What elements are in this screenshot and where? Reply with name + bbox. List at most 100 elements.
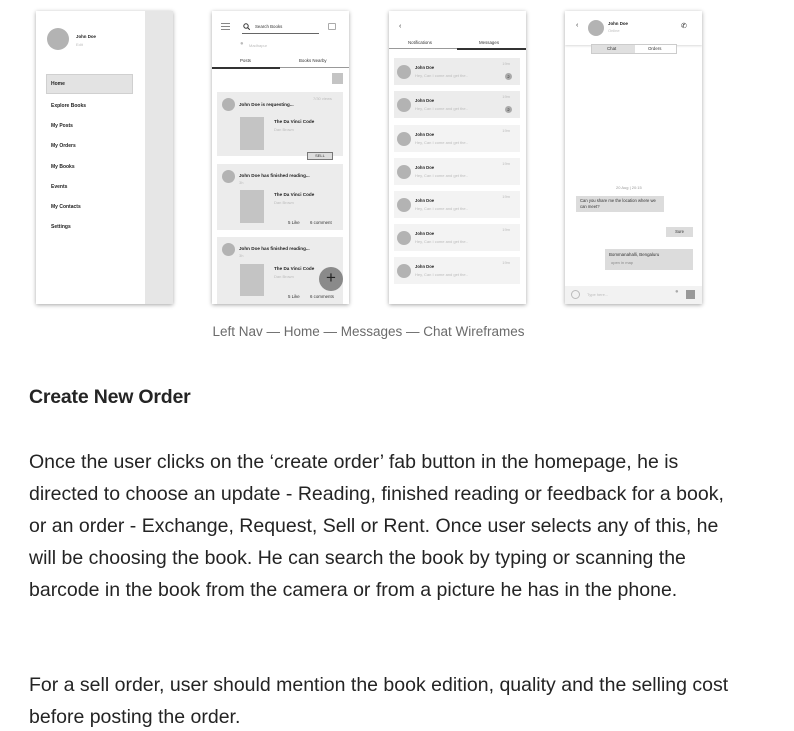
message-sender: John Doe [415,65,435,70]
message-preview: Hey, Can I come and get the.. [415,140,468,145]
location-label: Madhapur [249,43,268,48]
message-row[interactable]: John Doe Hey, Can I come and get the.. 1… [394,125,520,152]
post-card[interactable]: John Doe has finished reading... 3h The … [217,164,343,230]
message-time: 19m [502,128,510,133]
book-title: The Da Vinci Code [274,266,315,271]
message-row[interactable]: John Doe Hey, Can I come and get the.. 1… [394,257,520,284]
message-sender: John Doe [415,132,435,137]
menu-icon[interactable] [221,23,230,30]
post-meta: 3h [239,180,244,185]
message-time: 19m [502,161,510,166]
message-time: 19m [502,94,510,99]
unread-badge: 2 [505,106,512,113]
nav-item-my-posts[interactable]: My Posts [51,123,73,129]
emoji-icon[interactable] [571,290,580,299]
nav-item-settings[interactable]: Settings [51,224,71,230]
phone-icon[interactable]: ✆ [681,22,687,30]
message-preview: Hey, Can I come and get the.. [415,73,468,78]
home-wireframe: Search Books ● Madhapur Posts Books Near… [212,11,349,304]
location-name: Bommanahalli, Bengaluru [609,252,660,257]
back-arrow-icon[interactable]: ‹ [399,23,401,30]
chat-wireframe: ‹ John Doe Online ✆ Chat Orders 20 Aug |… [565,11,702,304]
create-order-fab[interactable]: + [319,267,343,291]
tab-notifications[interactable]: Notifications [408,40,432,45]
attach-icon[interactable] [686,290,695,299]
book-author: Dan Brown [274,127,294,132]
nav-user-name: John Doe [76,34,97,39]
section-heading: Create New Order [29,386,191,408]
location-pin-icon[interactable]: ● [675,289,679,295]
avatar [588,20,604,36]
message-time: 19m [502,61,510,66]
book-cover-image [240,190,264,223]
post-meta: 3h [239,253,244,258]
sell-button[interactable]: SELL [307,152,333,160]
body-paragraph: Once the user clicks on the ‘create orde… [29,451,724,601]
nav-item-my-books[interactable]: My Books [51,164,75,170]
nav-item-my-contacts[interactable]: My Contacts [51,204,81,210]
book-cover-image [240,264,264,296]
open-in-map-link[interactable]: open in map [611,260,633,265]
message-time: 19m [502,227,510,232]
message-preview: Hey, Can I come and get the.. [415,206,468,211]
nav-user-sub: Edit [76,42,83,47]
outgoing-bubble: Sure [666,227,693,237]
book-title: The Da Vinci Code [274,119,315,124]
message-time: 19m [502,260,510,265]
book-author: Dan Brown [274,274,294,279]
tab-messages-indicator [457,48,526,50]
avatar [47,28,69,50]
nav-item-explore-books[interactable]: Explore Books [51,103,86,109]
comment-count[interactable]: 6 comments [310,294,334,299]
book-author: Dan Brown [274,200,294,205]
tab-chat[interactable]: Chat [607,46,616,51]
like-count[interactable]: 5 Like [288,294,300,299]
message-row[interactable]: John Doe Hey, Can I come and get the.. 1… [394,224,520,251]
back-arrow-icon[interactable]: ‹ [576,22,578,29]
message-row[interactable]: John Doe Hey, Can I come and get the.. 1… [394,91,520,118]
message-preview: Hey, Can I come and get the.. [415,173,468,178]
post-author: John Doe is requesting... [239,102,294,107]
chat-icon[interactable] [328,23,336,30]
message-time: 19m [502,194,510,199]
tab-books-nearby[interactable]: Books Nearby [299,58,327,63]
chat-contact-name: John Doe [608,21,629,26]
book-cover-image [240,117,264,150]
tab-posts[interactable]: Posts [240,58,251,63]
location-pin-icon: ● [240,41,244,47]
search-input[interactable]: Search Books [255,24,282,29]
tab-orders[interactable]: Orders [648,46,661,51]
post-author: John Doe has finished reading... [239,173,310,178]
tab-messages[interactable]: Messages [479,40,499,45]
tab-posts-indicator [212,67,280,69]
search-icon [243,23,250,30]
book-title: The Da Vinci Code [274,192,315,197]
chat-input-bar [565,286,702,304]
filter-icon[interactable] [332,73,343,84]
figure-caption: Left Nav — Home — Messages — Chat Wirefr… [212,324,525,339]
nav-item-home[interactable]: Home [51,81,65,87]
chat-date: 20 Aug | 20:15 [616,185,642,190]
message-row[interactable]: John Doe Hey, Can I come and get the.. 1… [394,58,520,85]
post-card[interactable]: John Doe is requesting... 7/30 views The… [217,92,343,160]
message-sender: John Doe [415,231,435,236]
message-row[interactable]: John Doe Hey, Can I come and get the.. 1… [394,158,520,185]
like-count[interactable]: 5 Like [288,220,300,225]
comment-count[interactable]: 6 comment [310,220,332,225]
chat-input[interactable]: Type here... [587,292,608,297]
message-preview: Hey, Can I come and get the.. [415,106,468,111]
message-sender: John Doe [415,98,435,103]
nav-item-events[interactable]: Events [51,184,67,190]
nav-item-my-orders[interactable]: My Orders [51,143,76,149]
message-sender: John Doe [415,198,435,203]
message-sender: John Doe [415,165,435,170]
messages-wireframe: ‹ Notifications Messages John Doe Hey, C… [389,11,526,304]
body-paragraph: For a sell order, user should mention th… [29,674,729,728]
unread-badge: 2 [505,73,512,80]
chat-contact-status: Online [608,28,620,33]
incoming-bubble: Can you share me the location where we c… [576,196,664,212]
post-author: John Doe has finished reading... [239,246,310,251]
search-underline [242,33,319,34]
left-nav-wireframe: John Doe Edit Home Explore Books My Post… [36,11,173,304]
message-row[interactable]: John Doe Hey, Can I come and get the.. 1… [394,191,520,218]
